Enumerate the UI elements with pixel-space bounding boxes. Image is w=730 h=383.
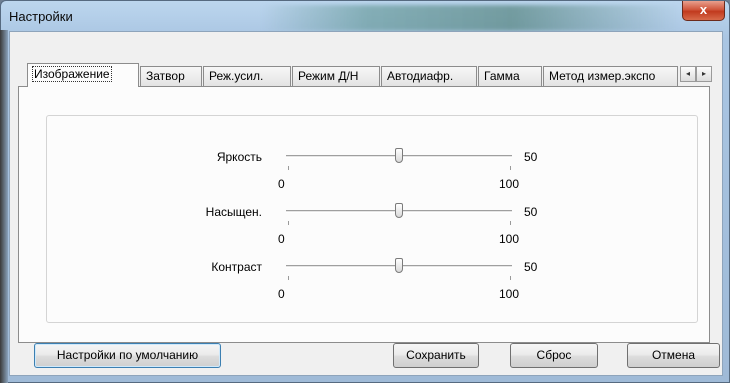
tab-image[interactable]: Изображение	[27, 63, 139, 87]
image-settings-group	[46, 115, 698, 323]
tab-shutter-label: Затвор	[146, 69, 185, 83]
saturation-min: 0	[278, 232, 285, 246]
contrast-max: 100	[499, 287, 520, 301]
tab-gain-mode[interactable]: Реж.усил.	[203, 66, 291, 86]
background-strip	[0, 30, 8, 383]
tab-image-label: Изображение	[32, 66, 112, 82]
brightness-max: 100	[499, 177, 520, 191]
brightness-value: 50	[524, 150, 538, 164]
tab-shutter[interactable]: Затвор	[140, 66, 202, 86]
contrast-min: 0	[278, 287, 285, 301]
slider-tick-max	[510, 221, 511, 225]
tab-day-night[interactable]: Режим Д/Н	[292, 66, 380, 86]
slider-tick-max	[510, 166, 511, 170]
slider-tick-min	[288, 221, 289, 225]
slider-tick-max	[510, 276, 511, 280]
contrast-label: Контраст	[211, 260, 262, 274]
slider-thumb[interactable]	[395, 148, 403, 163]
tab-gamma[interactable]: Гамма	[478, 66, 542, 86]
saturation-value: 50	[524, 205, 538, 219]
saturation-max: 100	[499, 232, 520, 246]
tab-scroll-right[interactable]: ▸	[696, 66, 712, 82]
cancel-button[interactable]: Отмена	[627, 343, 720, 368]
save-button[interactable]: Сохранить	[393, 343, 479, 368]
window-title: Настройки	[9, 9, 73, 24]
tab-metering[interactable]: Метод измер.экспо	[543, 66, 678, 86]
slider-tick-min	[288, 276, 289, 280]
close-button[interactable]: x	[682, 1, 725, 21]
tab-gain-mode-label: Реж.усил.	[209, 69, 264, 83]
tab-gamma-label: Гамма	[484, 69, 520, 83]
saturation-label: Насыщен.	[205, 205, 262, 219]
tab-auto-iris[interactable]: Автодиафр.	[381, 66, 477, 86]
defaults-button[interactable]: Настройки по умолчанию	[34, 343, 221, 368]
title-bar-glow	[261, 5, 681, 31]
title-bar[interactable]: Настройки x	[1, 1, 729, 31]
scroll-right-icon: ▸	[701, 69, 706, 78]
close-icon: x	[699, 2, 708, 17]
scroll-left-icon: ◂	[685, 69, 690, 78]
brightness-min: 0	[278, 177, 285, 191]
tab-metering-label: Метод измер.экспо	[549, 69, 656, 83]
tab-scroll-left[interactable]: ◂	[680, 66, 696, 82]
tab-auto-iris-label: Автодиафр.	[387, 69, 454, 83]
contrast-value: 50	[524, 260, 538, 274]
tab-day-night-label: Режим Д/Н	[298, 69, 359, 83]
slider-thumb[interactable]	[395, 258, 403, 273]
brightness-label: Яркость	[216, 150, 262, 164]
slider-tick-min	[288, 166, 289, 170]
slider-thumb[interactable]	[395, 203, 403, 218]
reset-button[interactable]: Сброс	[510, 343, 598, 368]
